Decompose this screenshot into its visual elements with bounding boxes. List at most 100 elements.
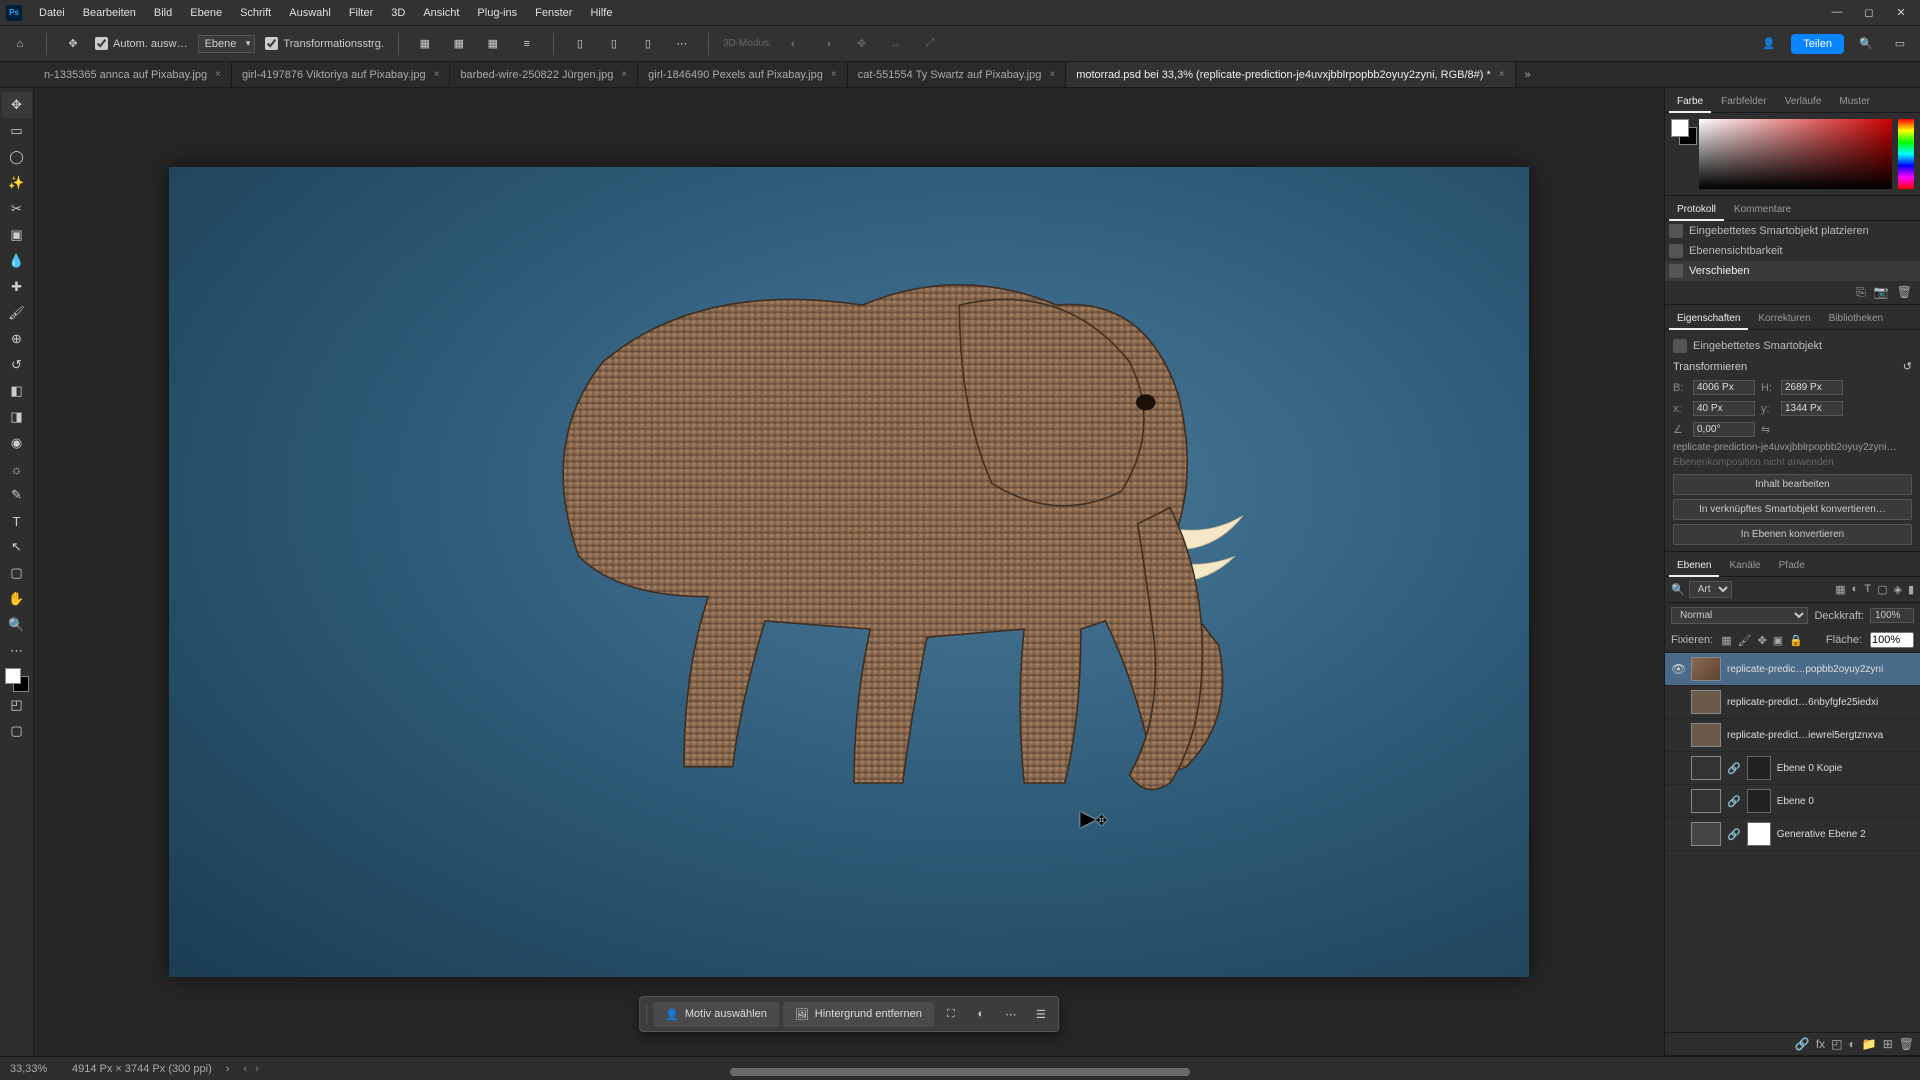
convert-layers-button[interactable]: In Ebenen konvertieren <box>1673 524 1912 545</box>
stamp-tool[interactable]: ⊕ <box>2 326 32 352</box>
color-swatch-pair[interactable] <box>1671 119 1693 141</box>
tab-gradients[interactable]: Verläufe <box>1777 92 1830 112</box>
tab-adjustments[interactable]: Korrekturen <box>1750 309 1818 329</box>
tab-layers[interactable]: Ebenen <box>1669 556 1719 577</box>
filter-type-icon[interactable]: T <box>1864 583 1871 596</box>
y-input[interactable] <box>1781 401 1843 416</box>
type-tool[interactable]: T <box>2 508 32 534</box>
search-icon[interactable]: 🔍 <box>1854 32 1878 56</box>
tab-swatches[interactable]: Farbfelder <box>1713 92 1775 112</box>
layer-thumbnail[interactable] <box>1691 822 1721 846</box>
document-tab[interactable]: girl-1846490 Pexels auf Pixabay.jpg× <box>638 62 848 87</box>
layer-name[interactable]: replicate-predict…6nbyfgfe25iedxi <box>1727 697 1914 708</box>
tab-close-icon[interactable]: × <box>621 69 627 80</box>
layer-row[interactable]: replicate-predict…iewrel5ergtznxva <box>1665 719 1920 752</box>
tab-close-icon[interactable]: × <box>434 69 440 80</box>
path-tool[interactable]: ↖ <box>2 534 32 560</box>
tab-comments[interactable]: Kommentare <box>1726 200 1799 220</box>
tab-history[interactable]: Protokoll <box>1669 200 1724 221</box>
layer-filter-kind[interactable]: Art <box>1689 581 1732 598</box>
filter-adjust-icon[interactable]: ◐ <box>1852 583 1859 596</box>
height-input[interactable] <box>1781 380 1843 395</box>
x-input[interactable] <box>1693 401 1755 416</box>
layer-thumbnail[interactable] <box>1691 756 1721 780</box>
history-brush-tool[interactable]: ↺ <box>2 352 32 378</box>
hand-tool[interactable]: ✋ <box>2 586 32 612</box>
horizontal-scrollbar[interactable] <box>730 1068 1190 1076</box>
marquee-tool[interactable]: ▭ <box>2 118 32 144</box>
crop-tool[interactable]: ✂ <box>2 196 32 222</box>
align-top-icon[interactable]: ▯ <box>568 32 592 56</box>
gradient-tool[interactable]: ◨ <box>2 404 32 430</box>
eyedropper-tool[interactable]: 💧 <box>2 248 32 274</box>
prev-arrow-icon[interactable]: ‹ <box>243 1063 247 1075</box>
layer-thumbnail[interactable] <box>1691 690 1721 714</box>
layer-mask-thumbnail[interactable] <box>1747 756 1771 780</box>
quickmask-tool[interactable]: ◰ <box>2 692 32 718</box>
align-bottom-icon[interactable]: ▯ <box>636 32 660 56</box>
eraser-tool[interactable]: ◧ <box>2 378 32 404</box>
layer-name[interactable]: Generative Ebene 2 <box>1777 829 1914 840</box>
layer-thumbnail[interactable] <box>1691 723 1721 747</box>
zoom-tool[interactable]: 🔍 <box>2 612 32 638</box>
menu-image[interactable]: Bild <box>145 7 181 19</box>
screenmode-tool[interactable]: ▢ <box>2 718 32 744</box>
workspace-icon[interactable]: ▭ <box>1888 32 1912 56</box>
user-icon[interactable]: 👤 <box>1757 32 1781 56</box>
blend-mode-select[interactable]: Normal <box>1671 607 1808 624</box>
more-icon[interactable]: ⋯ <box>998 1001 1024 1027</box>
filter-pixel-icon[interactable]: ▦ <box>1835 583 1845 596</box>
move-tool-icon[interactable]: ✥ <box>61 32 85 56</box>
layer-name[interactable]: replicate-predic…popbb2oyuy2zyni <box>1727 664 1914 675</box>
tab-properties[interactable]: Eigenschaften <box>1669 309 1748 330</box>
tab-overflow-icon[interactable]: » <box>1516 62 1540 87</box>
home-icon[interactable]: ⌂ <box>8 32 32 56</box>
next-arrow-icon[interactable]: › <box>255 1063 259 1075</box>
layer-mask-icon[interactable]: ◰ <box>1831 1037 1842 1051</box>
canvas-area[interactable]: ▶✥ 👤 Motiv auswählen 🖼 Hintergrund entfe… <box>34 88 1664 1056</box>
document-tab[interactable]: girl-4197876 Viktoriya auf Pixabay.jpg× <box>232 62 451 87</box>
width-input[interactable] <box>1693 380 1755 395</box>
wand-tool[interactable]: ✨ <box>2 170 32 196</box>
shape-tool[interactable]: ▢ <box>2 560 32 586</box>
layer-dropdown[interactable]: Ebene <box>198 35 256 53</box>
canvas[interactable]: ▶✥ <box>169 167 1529 977</box>
menu-view[interactable]: Ansicht <box>414 7 468 19</box>
reset-icon[interactable]: ↺ <box>1903 360 1912 373</box>
adjustments-icon[interactable]: ◐ <box>968 1001 994 1027</box>
layer-row[interactable]: 🔗 Generative Ebene 2 <box>1665 818 1920 851</box>
align-right-icon[interactable]: ▦ <box>481 32 505 56</box>
status-chevron-icon[interactable]: › <box>226 1063 230 1075</box>
layer-row[interactable]: replicate-predict…6nbyfgfe25iedxi <box>1665 686 1920 719</box>
close-icon[interactable]: ✕ <box>1894 6 1908 19</box>
zoom-level[interactable]: 33,33% <box>10 1063 58 1075</box>
layer-mask-thumbnail[interactable] <box>1747 822 1771 846</box>
remove-background-button[interactable]: 🖼 Hintergrund entfernen <box>783 1002 934 1027</box>
history-item[interactable]: Ebenensichtbarkeit <box>1665 241 1920 261</box>
tab-paths[interactable]: Pfade <box>1771 556 1813 576</box>
menu-filter[interactable]: Filter <box>340 7 382 19</box>
layer-row[interactable]: 👁 replicate-predic…popbb2oyuy2zyni <box>1665 653 1920 686</box>
auto-select-input[interactable] <box>95 37 108 50</box>
document-tab[interactable]: n-1335365 annca auf Pixabay.jpg× <box>34 62 232 87</box>
link-layers-icon[interactable]: 🔗 <box>1795 1037 1810 1051</box>
menu-type[interactable]: Schrift <box>231 7 280 19</box>
heal-tool[interactable]: ✚ <box>2 274 32 300</box>
filter-smart-icon[interactable]: ◈ <box>1893 583 1901 596</box>
tab-patterns[interactable]: Muster <box>1831 92 1878 112</box>
layer-thumbnail[interactable] <box>1691 789 1721 813</box>
adjustment-layer-icon[interactable]: ◐ <box>1849 1037 1856 1051</box>
lasso-tool[interactable]: ◯ <box>2 144 32 170</box>
foreground-color[interactable] <box>1671 119 1689 137</box>
angle-input[interactable] <box>1693 422 1755 437</box>
delete-state-icon[interactable]: 🗑 <box>1897 285 1912 300</box>
menu-plugins[interactable]: Plug-ins <box>468 7 526 19</box>
opacity-input[interactable] <box>1870 608 1914 623</box>
saturation-brightness-field[interactable] <box>1699 119 1892 189</box>
auto-select-checkbox[interactable]: Autom. ausw… <box>95 37 188 50</box>
edit-contents-button[interactable]: Inhalt bearbeiten <box>1673 474 1912 495</box>
lock-pixels-icon[interactable]: 🖌 <box>1738 634 1752 647</box>
menu-select[interactable]: Auswahl <box>280 7 340 19</box>
layer-name[interactable]: replicate-predict…iewrel5ergtznxva <box>1727 730 1914 741</box>
layer-name[interactable]: Ebene 0 <box>1777 796 1914 807</box>
